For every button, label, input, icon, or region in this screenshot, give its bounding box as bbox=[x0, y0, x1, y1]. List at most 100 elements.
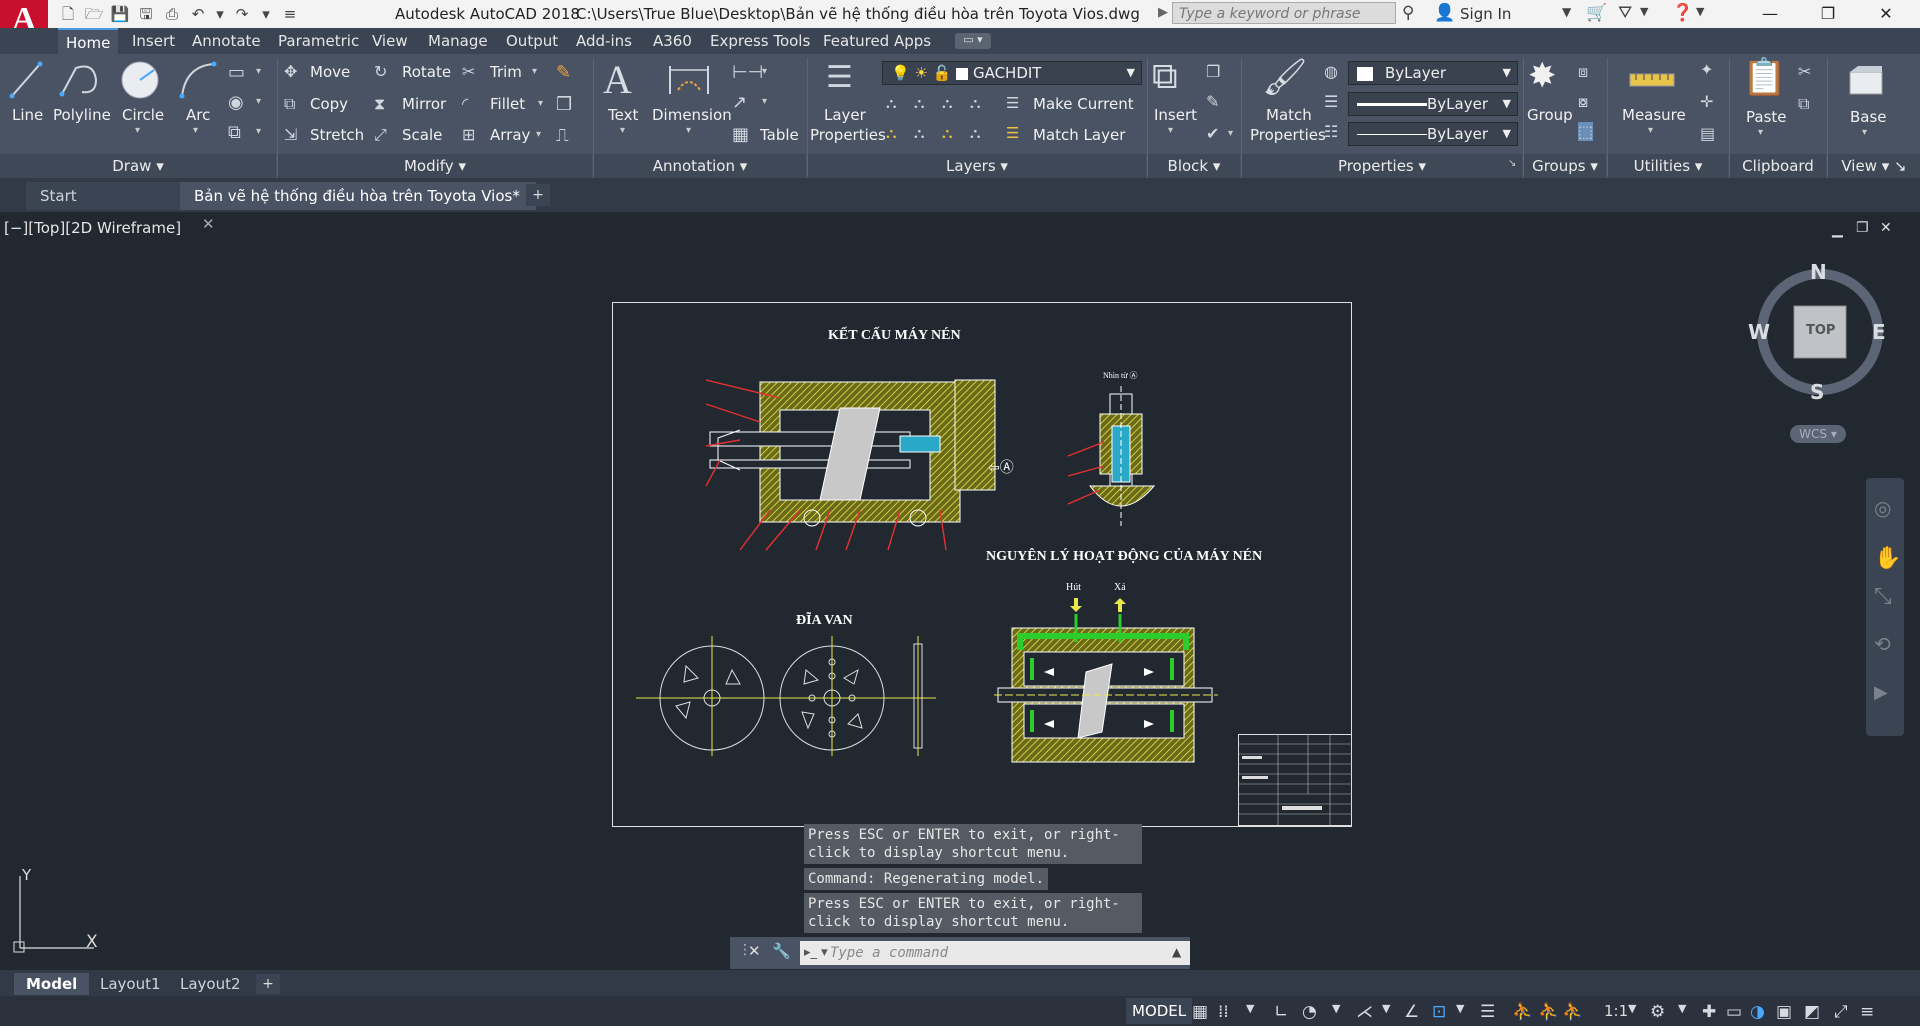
fullscreen-icon[interactable]: ⤢ bbox=[1834, 1002, 1848, 1022]
compass-south[interactable]: S bbox=[1810, 380, 1824, 404]
connect-dropdown-icon[interactable]: ▼ bbox=[1640, 5, 1648, 18]
undo-dropdown-icon[interactable]: ▾ bbox=[210, 4, 230, 24]
customization-icon[interactable]: ≡ bbox=[1860, 1002, 1874, 1022]
draw-panel-title[interactable]: Draw ▾ bbox=[0, 154, 276, 178]
modify-panel-title[interactable]: Modify ▾ bbox=[278, 154, 592, 178]
leader-dropdown-icon[interactable]: ▾ bbox=[762, 96, 767, 107]
polar-icon[interactable]: ◔ bbox=[1302, 1002, 1317, 1022]
rotate-button[interactable]: Rotate bbox=[402, 63, 451, 81]
leader-icon[interactable]: ↗ bbox=[732, 92, 747, 113]
viewcube-top-face[interactable]: TOP bbox=[1806, 323, 1835, 338]
steering-wheel-icon[interactable]: ◎ bbox=[1874, 496, 1891, 520]
base-button[interactable]: Base bbox=[1850, 108, 1887, 126]
viewport-minimize-icon[interactable]: ▁ bbox=[1832, 222, 1843, 238]
tab-annotate[interactable]: Annotate bbox=[184, 28, 269, 54]
linetype-dropdown[interactable]: ByLayer ▼ bbox=[1348, 122, 1518, 146]
base-view-icon[interactable] bbox=[1848, 66, 1884, 96]
create-block-icon[interactable]: ❐ bbox=[1206, 62, 1220, 81]
groups-panel-title[interactable]: Groups ▾ bbox=[1524, 154, 1606, 178]
orbit-icon[interactable]: ⟲ bbox=[1874, 632, 1891, 656]
move-button[interactable]: Move bbox=[310, 63, 350, 81]
view-panel-title[interactable]: View ▾ ↘ bbox=[1828, 154, 1920, 178]
compass-north[interactable]: N bbox=[1810, 260, 1827, 284]
match-layer-icon[interactable]: ☰ bbox=[1006, 124, 1019, 142]
edit-attributes-icon[interactable]: ✔ bbox=[1206, 124, 1219, 143]
annotation-visibility-icon[interactable]: ⛹ bbox=[1538, 1002, 1559, 1022]
dimension-icon[interactable] bbox=[666, 60, 712, 100]
viewport-restore-icon[interactable]: ❐ bbox=[1856, 220, 1869, 236]
redo-dropdown-icon[interactable]: ▾ bbox=[256, 4, 276, 24]
array-button[interactable]: Array bbox=[490, 126, 530, 144]
cut-icon[interactable]: ✂ bbox=[1798, 62, 1811, 81]
undo-icon[interactable]: ↶ bbox=[188, 4, 208, 24]
object-snap-dropdown-icon[interactable]: ▼ bbox=[1456, 1002, 1464, 1015]
connect-icon[interactable]: ⛛ bbox=[1618, 3, 1632, 23]
tab-a360[interactable]: A360 bbox=[645, 28, 700, 54]
match-layer-button[interactable]: Match Layer bbox=[1033, 126, 1125, 144]
mirror-icon[interactable]: ⧗ bbox=[374, 94, 385, 114]
clipboard-panel-title[interactable]: Clipboard bbox=[1730, 154, 1826, 178]
text-icon[interactable]: A bbox=[603, 56, 632, 103]
sign-in-dropdown-icon[interactable]: ▼ bbox=[1562, 5, 1571, 19]
viewport-close-icon[interactable]: ✕ bbox=[1880, 220, 1892, 236]
move-icon[interactable]: ✥ bbox=[284, 62, 297, 81]
print-icon[interactable]: ⎙ bbox=[162, 4, 182, 24]
tab-view[interactable]: View bbox=[364, 28, 416, 54]
annotation-scale[interactable]: 1:1 bbox=[1604, 1002, 1628, 1020]
make-current-button[interactable]: Make Current bbox=[1033, 95, 1134, 113]
isodraft-dropdown-icon[interactable]: ▼ bbox=[1382, 1002, 1390, 1015]
layers-panel-title[interactable]: Layers ▾ bbox=[808, 154, 1146, 178]
hardware-acceleration-icon[interactable]: ▣ bbox=[1776, 1002, 1792, 1022]
circle-dropdown-icon[interactable]: ▾ bbox=[135, 125, 140, 136]
pan-icon[interactable]: ✋ bbox=[1874, 546, 1901, 571]
measure-dropdown-icon[interactable]: ▾ bbox=[1648, 125, 1653, 136]
polyline-icon[interactable] bbox=[58, 58, 102, 102]
trim-button[interactable]: Trim bbox=[490, 63, 522, 81]
binoculars-icon[interactable]: ⚲ bbox=[1402, 3, 1414, 23]
units-icon[interactable]: ▭ bbox=[1726, 1002, 1742, 1022]
make-current-icon[interactable]: ☰ bbox=[1006, 94, 1019, 112]
annotation-panel-title[interactable]: Annotation ▾ bbox=[594, 154, 806, 178]
tab-express-tools[interactable]: Express Tools bbox=[702, 28, 818, 54]
cart-icon[interactable]: 🛒 bbox=[1586, 3, 1607, 23]
layer-dropdown[interactable]: 💡 ☀ 🔓 GACHDIT ▼ bbox=[882, 61, 1142, 85]
tab-start[interactable]: Start bbox=[26, 182, 204, 210]
group-button[interactable]: Group bbox=[1527, 106, 1573, 124]
properties-launcher-icon[interactable]: ↘ bbox=[1508, 158, 1516, 169]
layer-properties-label-1[interactable]: Layer bbox=[824, 106, 866, 124]
copy-button[interactable]: Copy bbox=[310, 95, 348, 113]
scale-icon[interactable]: ⤢ bbox=[374, 125, 387, 145]
line-label[interactable]: Line bbox=[12, 106, 43, 124]
wcs-menu[interactable]: WCS ▾ bbox=[1790, 425, 1846, 443]
array-icon[interactable]: ⊞ bbox=[462, 125, 475, 144]
tab-drawing[interactable]: Bản vẽ hệ thống điều hòa trên Toyota Vio… bbox=[180, 182, 536, 233]
lineweight-display-icon[interactable]: ☰ bbox=[1480, 1002, 1495, 1022]
quick-select-icon[interactable]: ✦ bbox=[1700, 60, 1713, 79]
command-input[interactable]: Type a command bbox=[800, 941, 1190, 965]
measure-icon[interactable] bbox=[1628, 66, 1676, 94]
circle-label[interactable]: Circle bbox=[122, 106, 164, 124]
trim-dropdown-icon[interactable]: ▾ bbox=[532, 66, 537, 77]
match-properties-label-1[interactable]: Match bbox=[1266, 106, 1312, 124]
erase-icon[interactable]: ✎ bbox=[556, 62, 571, 83]
lineweight-dropdown[interactable]: ByLayer ▼ bbox=[1348, 92, 1518, 116]
command-close-icon[interactable]: ✕ bbox=[748, 942, 761, 960]
object-snap-tracking-icon[interactable]: ∠ bbox=[1404, 1002, 1419, 1022]
base-dropdown-icon[interactable]: ▾ bbox=[1862, 127, 1867, 138]
ribbon-minimize-icon[interactable]: ▭ ▾ bbox=[955, 33, 991, 49]
workspace-icon[interactable]: ⚙ bbox=[1650, 1002, 1665, 1022]
paste-button[interactable]: Paste bbox=[1746, 108, 1787, 126]
line-icon[interactable] bbox=[8, 58, 44, 102]
open-file-icon[interactable]: 🗁 bbox=[84, 4, 104, 24]
paste-icon[interactable]: 📋 bbox=[1742, 56, 1787, 98]
compass-east[interactable]: E bbox=[1872, 320, 1886, 344]
layer-properties-icon[interactable]: ☰ bbox=[826, 60, 853, 95]
insert-block-icon[interactable]: ⧉ bbox=[1152, 56, 1178, 98]
tab-layout1[interactable]: Layout1 bbox=[88, 973, 173, 995]
edit-block-icon[interactable]: ✎ bbox=[1206, 92, 1219, 111]
add-layout-icon[interactable]: + bbox=[256, 974, 280, 994]
close-icon[interactable]: ✕ bbox=[1866, 2, 1906, 26]
rotate-icon[interactable]: ↻ bbox=[374, 62, 387, 81]
new-tab-icon[interactable]: + bbox=[526, 184, 550, 206]
restore-icon[interactable]: ❐ bbox=[1808, 2, 1848, 26]
